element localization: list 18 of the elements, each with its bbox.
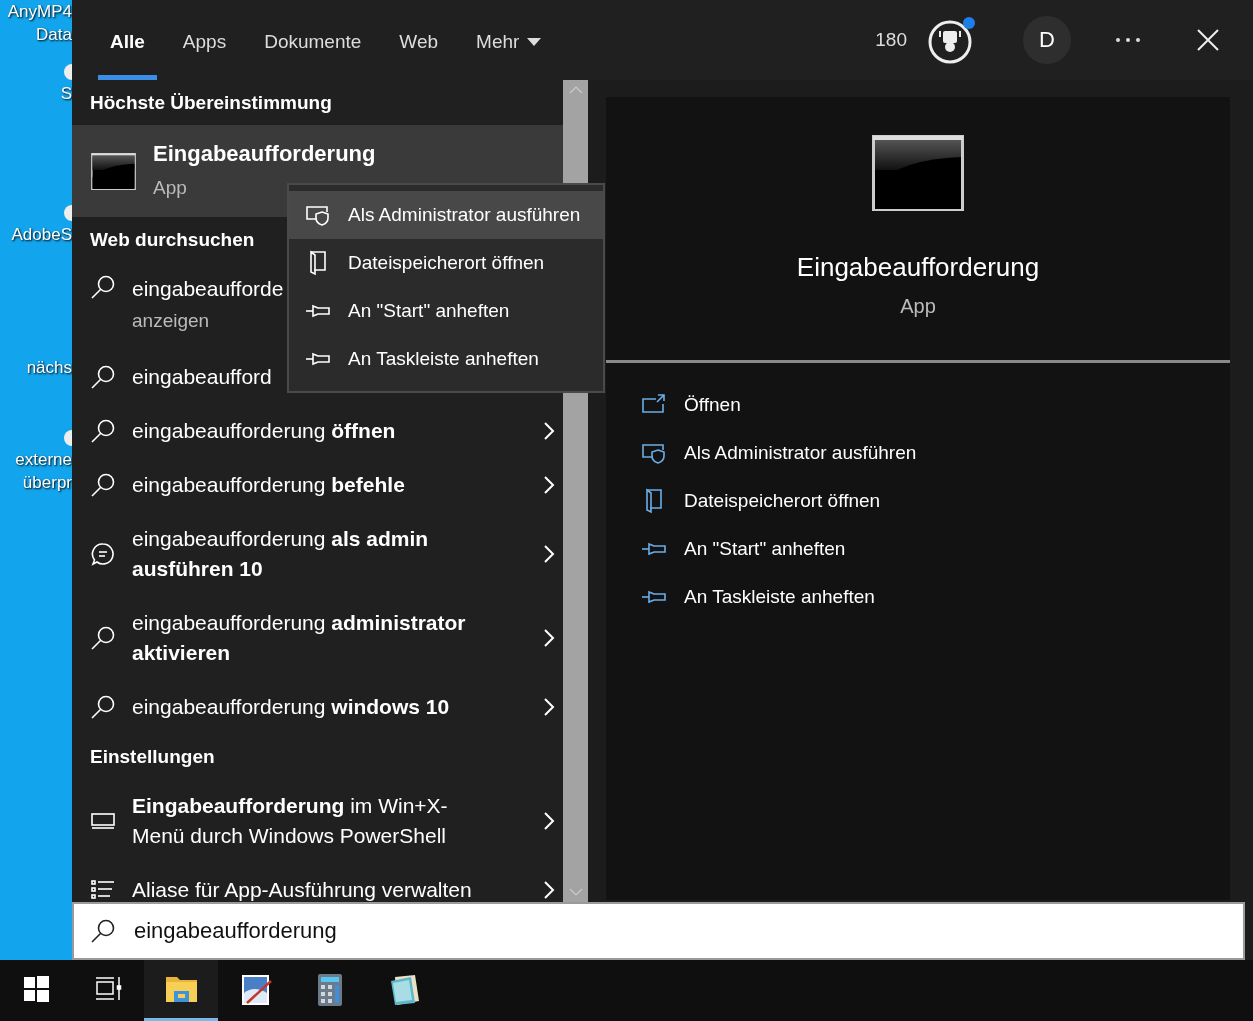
- app-title: Eingabeaufforderung: [796, 251, 1040, 284]
- result-text: eingabeaufforde: [132, 276, 284, 302]
- result-text: Eingabeaufforderung im Win+X-Menü durch Windows PowerShell: [132, 793, 449, 849]
- points-count: 180: [875, 29, 907, 51]
- section-heading: Einstellungen: [89, 744, 215, 769]
- result-text: eingabeaufforderung als admin ausführen 10: [132, 526, 430, 582]
- app-type: App: [153, 176, 187, 200]
- result-text: eingabeaufforderung windows 10: [132, 694, 450, 720]
- app-name: Eingabeaufforderung: [153, 140, 376, 168]
- result-subtext: anzeigen: [132, 309, 210, 333]
- result-text: eingabeaufforderung befehle: [132, 472, 405, 498]
- section-heading: Web durchsuchen: [89, 227, 255, 252]
- result-text: eingabeaufford: [132, 364, 272, 390]
- result-text: eingabeaufforderung öffnen: [132, 418, 396, 444]
- app-type: App: [900, 294, 936, 319]
- result-text: Aliase für App-Ausführung verwalten: [132, 877, 472, 902]
- result-text: eingabeaufforderung administrator aktivieren: [132, 610, 467, 666]
- section-heading: Höchste Übereinstimmung: [89, 90, 332, 115]
